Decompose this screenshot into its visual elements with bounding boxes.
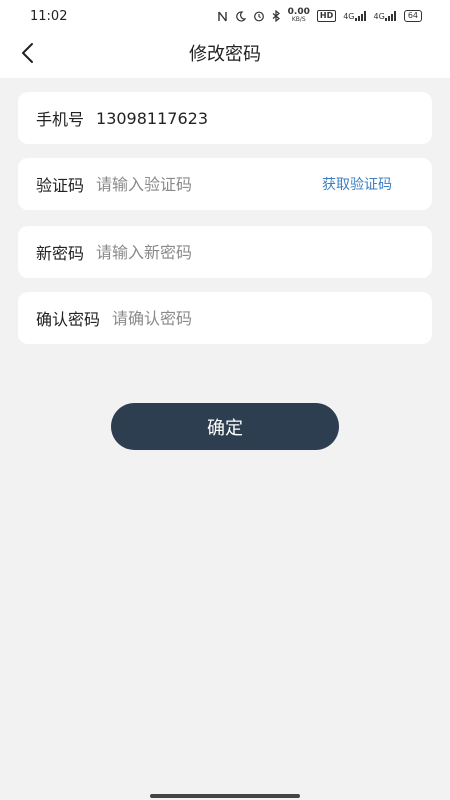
new-password-label: 新密码 bbox=[36, 244, 85, 263]
get-verify-code-button[interactable]: 获取验证码 bbox=[322, 174, 392, 194]
moon-icon bbox=[235, 10, 246, 22]
back-button[interactable] bbox=[10, 38, 44, 72]
net-speed: 0.00 KB/S bbox=[288, 8, 310, 24]
confirm-button[interactable]: 确定 bbox=[111, 403, 339, 450]
phone-row: 手机号 13098117623 bbox=[18, 92, 432, 144]
net-speed-value: 0.00 bbox=[287, 7, 310, 17]
status-time: 11:02 bbox=[30, 8, 68, 24]
new-password-row: 新密码 bbox=[18, 226, 432, 278]
hd-badge: HD bbox=[316, 10, 337, 22]
signal-bars-icon bbox=[354, 11, 366, 21]
signal-2: 4G bbox=[374, 11, 397, 21]
battery-indicator: 64 bbox=[403, 10, 422, 22]
verify-code-row: 验证码 获取验证码 bbox=[18, 158, 432, 210]
app-header: 修改密码 bbox=[0, 32, 450, 78]
confirm-password-input[interactable] bbox=[112, 308, 432, 328]
home-indicator bbox=[150, 794, 300, 798]
chevron-left-icon bbox=[20, 42, 34, 68]
new-password-input[interactable] bbox=[96, 242, 432, 262]
verify-code-label: 验证码 bbox=[36, 176, 85, 195]
alarm-icon bbox=[253, 10, 265, 22]
signal-1-label: 4G bbox=[343, 11, 355, 21]
status-bar: 11:02 0.00 KB/S HD 4G 4G 64 bbox=[0, 0, 450, 32]
phone-value: 13098117623 bbox=[96, 108, 208, 128]
bluetooth-icon bbox=[272, 10, 281, 22]
confirm-password-label: 确认密码 bbox=[36, 310, 101, 329]
page-title: 修改密码 bbox=[189, 44, 261, 65]
phone-label: 手机号 bbox=[36, 110, 85, 129]
status-icons: 0.00 KB/S HD 4G 4G 64 bbox=[217, 8, 422, 24]
confirm-password-row: 确认密码 bbox=[18, 292, 432, 344]
net-speed-unit: KB/S bbox=[291, 16, 306, 23]
nfc-icon bbox=[217, 11, 228, 22]
verify-code-input[interactable] bbox=[96, 174, 322, 194]
signal-2-label: 4G bbox=[373, 11, 385, 21]
signal-1: 4G bbox=[343, 11, 366, 21]
signal-bars-icon bbox=[384, 11, 396, 21]
